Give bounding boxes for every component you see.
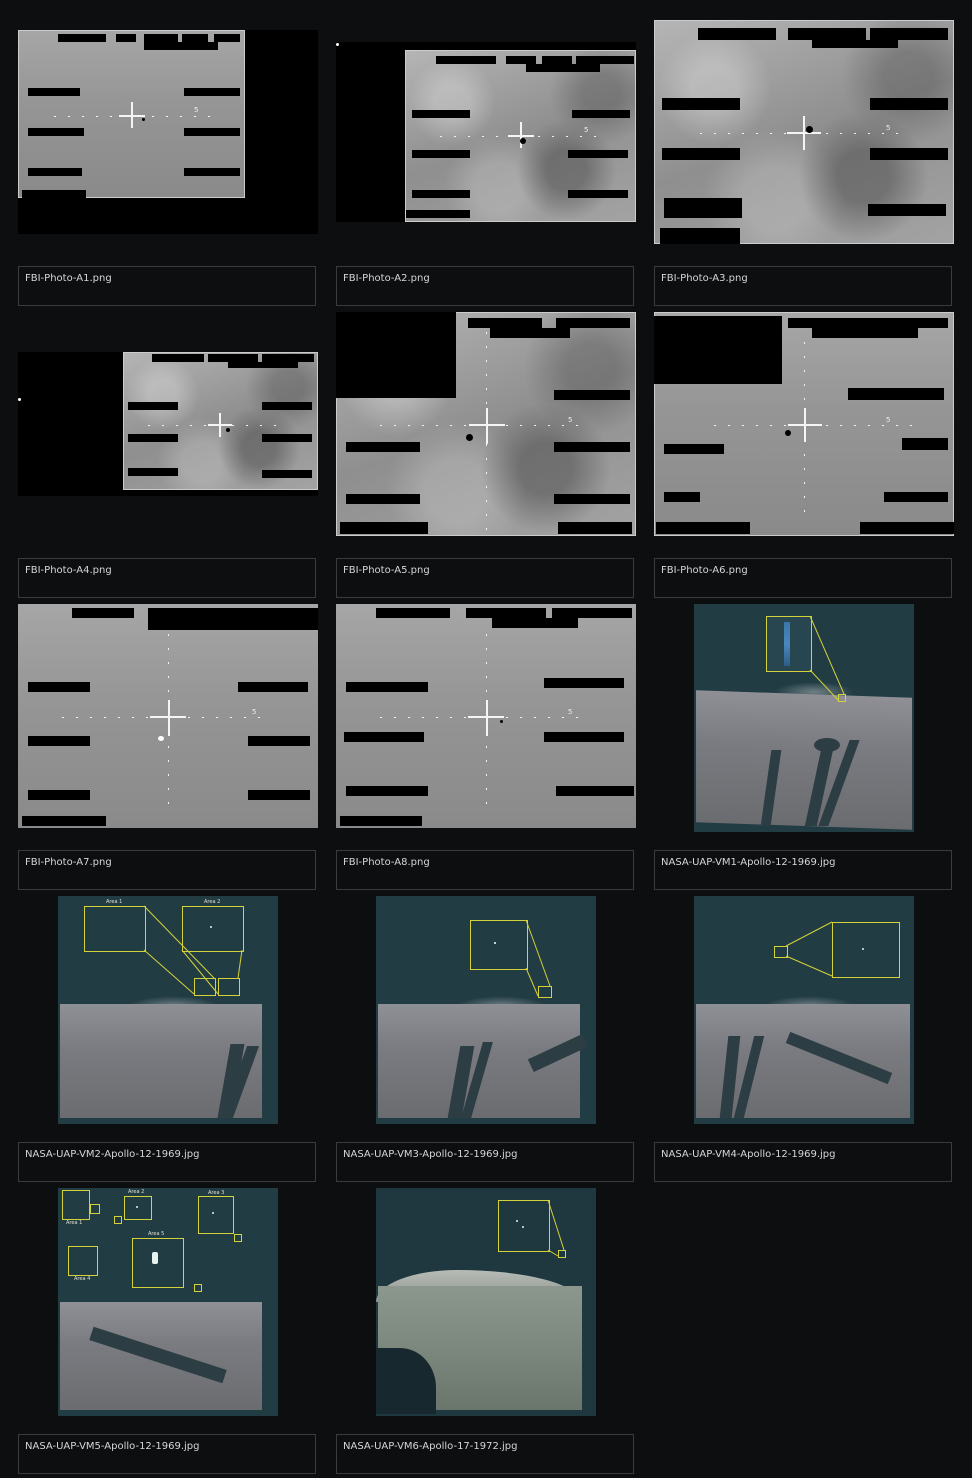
gallery-thumbnail[interactable]: 5 [336, 20, 636, 256]
gallery-thumbnail[interactable]: 5 [336, 604, 636, 840]
gallery-item[interactable]: 5 FBI-Photo-A6.png [654, 312, 954, 598]
file-caption: NASA-UAP-VM1-Apollo-12-1969.jpg [654, 850, 952, 890]
gallery-item[interactable]: 5 FBI-Photo-A5.png [336, 312, 636, 598]
reticle-mark: 5 [886, 416, 891, 424]
gallery-thumbnail[interactable]: 5 [18, 604, 318, 840]
zoom-connector-icon [785, 921, 833, 977]
file-caption: NASA-UAP-VM2-Apollo-12-1969.jpg [18, 1142, 316, 1182]
reticle-mark: 5 [568, 708, 573, 716]
gallery-item[interactable]: Area 1 Area 2 Area 3 Area 4 Area 5 NASA-… [18, 1188, 318, 1474]
file-caption: FBI-Photo-A5.png [336, 558, 634, 598]
gallery-thumbnail[interactable]: 5 [336, 312, 636, 548]
gallery-item[interactable]: 5 FBI-Photo-A2.png [336, 20, 636, 306]
reticle-mark: 5 [194, 106, 199, 114]
area-label: Area 1 [66, 1220, 83, 1226]
gallery-thumbnail[interactable] [654, 604, 954, 840]
gallery-item[interactable]: 5 FBI-Photo-A3.png [654, 20, 954, 306]
image-gallery: 5 FBI-Photo-A1.png 5 FBI-Photo-A2.png 5 … [0, 0, 972, 1478]
area-label: Area 2 [128, 1189, 145, 1195]
area-label: Area 5 [148, 1231, 165, 1237]
file-caption: FBI-Photo-A7.png [18, 850, 316, 890]
gallery-item[interactable]: 5 FBI-Photo-A7.png [18, 604, 318, 890]
file-caption: FBI-Photo-A8.png [336, 850, 634, 890]
file-caption: NASA-UAP-VM5-Apollo-12-1969.jpg [18, 1434, 316, 1474]
gallery-item[interactable]: NASA-UAP-VM4-Apollo-12-1969.jpg [654, 896, 954, 1182]
zoom-connector-icon [547, 1199, 565, 1257]
reticle-mark: 5 [886, 124, 891, 132]
file-caption: FBI-Photo-A1.png [18, 266, 316, 306]
file-caption: FBI-Photo-A3.png [654, 266, 952, 306]
reticle-mark: 5 [252, 708, 257, 716]
gallery-thumbnail[interactable]: Area 1 Area 2 [18, 896, 318, 1132]
gallery-thumbnail[interactable]: Area 1 Area 2 Area 3 Area 4 Area 5 [18, 1188, 318, 1424]
gallery-thumbnail[interactable] [654, 896, 954, 1132]
file-caption: NASA-UAP-VM6-Apollo-17-1972.jpg [336, 1434, 634, 1474]
gallery-item[interactable]: FBI-Photo-A4.png [18, 312, 318, 598]
gallery-item[interactable]: 5 FBI-Photo-A8.png [336, 604, 636, 890]
gallery-thumbnail[interactable] [336, 896, 636, 1132]
zoom-connector-icon [143, 905, 243, 995]
reticle-mark: 5 [584, 126, 589, 134]
gallery-thumbnail[interactable]: 5 [654, 312, 954, 548]
zoom-connector-icon [525, 919, 551, 997]
zoom-connector-icon [809, 615, 845, 701]
gallery-item[interactable]: 5 FBI-Photo-A1.png [18, 20, 318, 306]
file-caption: NASA-UAP-VM3-Apollo-12-1969.jpg [336, 1142, 634, 1182]
area-label: Area 4 [74, 1276, 91, 1282]
area-label: Area 3 [208, 1190, 225, 1196]
gallery-item[interactable]: NASA-UAP-VM1-Apollo-12-1969.jpg [654, 604, 954, 890]
gallery-item[interactable]: NASA-UAP-VM6-Apollo-17-1972.jpg [336, 1188, 636, 1474]
gallery-thumbnail[interactable]: 5 [18, 20, 318, 256]
file-caption: NASA-UAP-VM4-Apollo-12-1969.jpg [654, 1142, 952, 1182]
reticle-mark: 5 [568, 416, 573, 424]
file-caption: FBI-Photo-A2.png [336, 266, 634, 306]
file-caption: FBI-Photo-A4.png [18, 558, 316, 598]
gallery-item[interactable]: Area 1 Area 2 NASA-UAP-VM2-Apollo-12-196… [18, 896, 318, 1182]
gallery-thumbnail[interactable] [336, 1188, 636, 1424]
gallery-item[interactable]: NASA-UAP-VM3-Apollo-12-1969.jpg [336, 896, 636, 1182]
file-caption: FBI-Photo-A6.png [654, 558, 952, 598]
gallery-thumbnail[interactable] [18, 312, 318, 548]
gallery-thumbnail[interactable]: 5 [654, 20, 954, 256]
